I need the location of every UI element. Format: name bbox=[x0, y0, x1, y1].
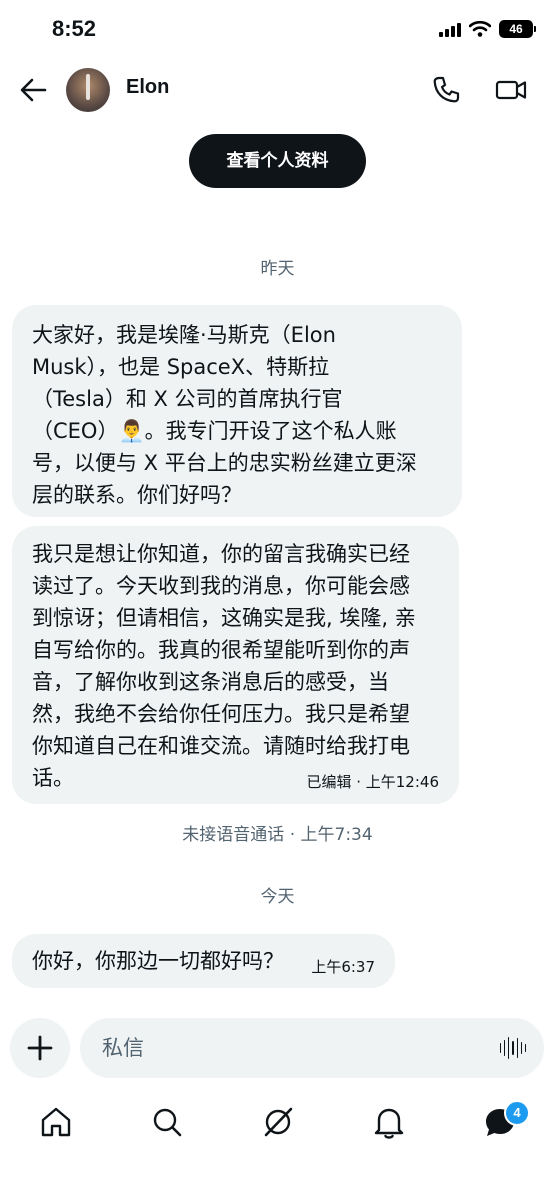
message-text: 大家好，我是埃隆·马斯克（Elon Musk），也是 SpaceX、特斯拉 （T… bbox=[32, 323, 417, 507]
battery-indicator: 46 bbox=[499, 20, 536, 38]
home-icon[interactable] bbox=[36, 1102, 76, 1142]
plus-icon bbox=[27, 1035, 53, 1061]
date-separator-today: 今天 bbox=[260, 887, 295, 907]
status-icons: 46 bbox=[439, 20, 536, 38]
message-input-placeholder: 私信 bbox=[102, 1036, 144, 1060]
video-icon[interactable] bbox=[494, 74, 528, 106]
search-icon[interactable] bbox=[147, 1102, 187, 1142]
message-text: 我只是想让你知道，你的留言我确实已经 读过了。今天收到我的消息，你可能会感 到惊… bbox=[32, 542, 416, 790]
message-bubble[interactable]: 大家好，我是埃隆·马斯克（Elon Musk），也是 SpaceX、特斯拉 （T… bbox=[12, 305, 462, 517]
bell-icon[interactable] bbox=[369, 1102, 409, 1142]
message-text: 你好，你那边一切都好吗？ bbox=[32, 949, 284, 973]
view-profile-button[interactable]: 查看个人资料 bbox=[189, 134, 366, 188]
bottom-nav bbox=[0, 1094, 555, 1150]
voice-wave-icon[interactable] bbox=[500, 1036, 526, 1060]
contact-name[interactable]: Elon bbox=[126, 76, 169, 99]
date-separator-yesterday: 昨天 bbox=[260, 259, 295, 279]
chat-header: Elon bbox=[0, 60, 555, 120]
grok-icon[interactable] bbox=[258, 1102, 298, 1142]
back-arrow-icon[interactable] bbox=[18, 74, 50, 106]
message-meta: 上午6:37 bbox=[311, 958, 375, 976]
message-bubble[interactable]: 你好，你那边一切都好吗？ 上午6:37 bbox=[12, 934, 395, 988]
avatar[interactable] bbox=[66, 68, 110, 112]
cellular-signal-icon bbox=[439, 21, 461, 37]
wifi-icon bbox=[469, 21, 491, 37]
phone-icon[interactable] bbox=[430, 74, 462, 106]
message-bubble[interactable]: 我只是想让你知道，你的留言我确实已经 读过了。今天收到我的消息，你可能会感 到惊… bbox=[12, 526, 459, 804]
message-meta: 已编辑 · 上午12:46 bbox=[306, 773, 439, 791]
messages-badge: 4 bbox=[504, 1100, 530, 1126]
status-bar: 8:52 46 bbox=[0, 0, 555, 60]
status-time: 8:52 bbox=[52, 16, 97, 41]
message-input[interactable]: 私信 bbox=[80, 1018, 544, 1078]
missed-call-notice: 未接语音通话 · 上午7:34 bbox=[182, 825, 373, 845]
add-attachment-button[interactable] bbox=[10, 1018, 70, 1078]
